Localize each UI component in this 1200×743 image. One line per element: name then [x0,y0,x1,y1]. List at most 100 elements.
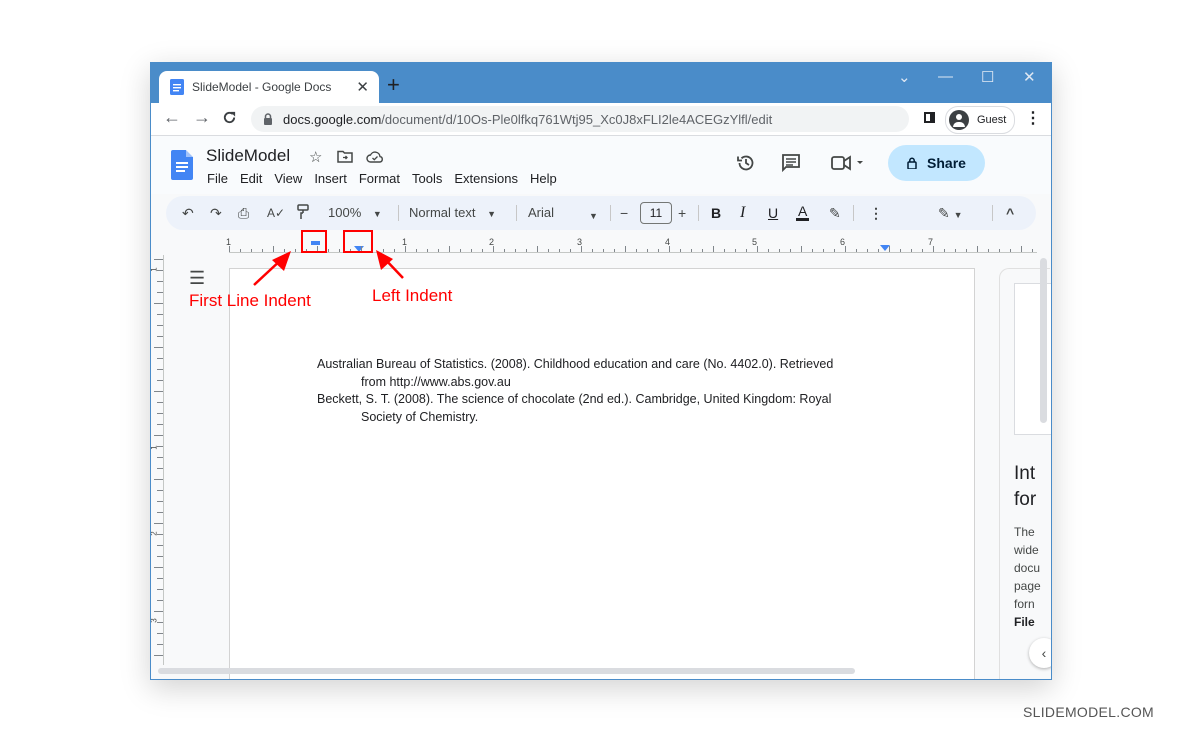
profile-button[interactable]: Guest [945,106,1015,134]
editing-mode-button[interactable]: ✎ ▼ [938,204,963,224]
browser-menu-icon[interactable]: ⋮ [1025,108,1041,128]
tab-search-dropdown-icon[interactable]: ⌄ [898,68,911,86]
ruler-tick [746,249,747,252]
forward-button[interactable]: → [193,107,211,128]
style-value: Normal text [409,205,476,220]
ruler-tick [339,249,340,252]
horizontal-scrollbar[interactable] [158,668,855,674]
back-button[interactable]: ← [163,107,181,128]
document-outline-icon[interactable]: ☰ [189,268,205,289]
lock-icon [264,113,272,125]
star-icon[interactable]: ☆ [309,148,322,166]
paragraph-style-select[interactable]: Normal text ▼ [409,204,496,223]
print-button[interactable]: ⎙ [238,204,249,222]
vertical-scrollbar[interactable] [1040,258,1047,423]
font-size-input[interactable]: 11 [640,202,672,224]
chevron-down-icon: ▼ [953,210,963,220]
minimize-button[interactable]: — [938,68,953,85]
vertical-ruler-tick [157,589,163,590]
italic-button[interactable]: I [740,204,745,222]
ruler-tick [603,249,604,252]
vertical-ruler-tick [157,314,163,315]
ruler-tick [537,246,538,252]
formatting-toolbar: ↶ ↷ ⎙ A✓ 100% ▼ Normal text ▼ Arial ▼ − … [166,196,1036,230]
move-to-folder-icon[interactable] [337,148,353,167]
horizontal-ruler[interactable]: 1 1 2 3 4 5 6 7 [151,233,1037,255]
ruler-tick [614,249,615,252]
paragraph-continuation: from http://www.abs.gov.au [361,375,511,389]
reload-button[interactable] [222,107,237,130]
text-color-button[interactable]: A [796,204,810,221]
undo-button[interactable]: ↶ [182,204,194,222]
ruler-tick [1032,249,1033,252]
more-options-button[interactable]: ⋮ [869,204,883,222]
redo-button[interactable]: ↷ [210,204,222,222]
chevron-down-icon: ▼ [487,209,497,219]
vertical-ruler-tick [157,545,163,546]
menu-extensions[interactable]: Extensions [454,171,518,186]
document-title[interactable]: SlideModel [206,146,290,166]
menu-insert[interactable]: Insert [314,171,347,186]
hide-menus-button[interactable]: ^ [1006,204,1014,222]
paint-format-button[interactable] [297,204,309,224]
ruler-tick [581,246,582,252]
menu-tools[interactable]: Tools [412,171,442,186]
menu-format[interactable]: Format [359,171,400,186]
zoom-value: 100% [328,205,362,220]
browser-tab[interactable]: SlideModel - Google Docs ✕ [159,71,379,103]
ruler-tick [878,249,879,252]
tab-close-icon[interactable]: ✕ [356,78,369,96]
font-select[interactable]: Arial [528,204,598,222]
vertical-ruler-tick [157,556,163,557]
ruler-tick [438,249,439,252]
menu-file[interactable]: File [207,171,228,186]
ruler-tick [427,249,428,252]
menu-help[interactable]: Help [530,171,557,186]
ruler-tick [405,246,406,252]
spellcheck-button[interactable]: A✓ [267,204,285,222]
vertical-ruler-tick [154,435,163,436]
new-tab-button[interactable]: + [387,73,400,97]
ruler-tick [482,249,483,252]
first-line-indent-label: First Line Indent [189,291,311,310]
paragraph-first-line: Australian Bureau of Statistics. (2008).… [317,357,834,371]
cloud-saved-icon[interactable] [366,148,384,167]
version-history-icon[interactable] [736,153,756,178]
font-chevron-down-icon[interactable]: ▼ [589,207,598,225]
ruler-tick [922,249,923,252]
close-window-button[interactable]: ✕ [1023,68,1036,86]
side-panel-icon[interactable] [924,112,935,123]
highlight-color-button[interactable]: ✎ [829,204,841,222]
menu-view[interactable]: View [274,171,302,186]
zoom-select[interactable]: 100% ▼ [328,204,382,223]
docs-header: SlideModel ☆ File Edit View Insert Forma… [151,136,1051,194]
url-input[interactable]: docs.google.com/document/d/10Os-Ple0lfkq… [251,106,909,132]
google-docs-logo-icon[interactable] [171,150,193,180]
decrease-font-size-button[interactable]: − [620,204,628,222]
bold-button[interactable]: B [711,204,721,222]
menu-edit[interactable]: Edit [240,171,262,186]
collapse-side-panel-button[interactable]: ‹ [1029,638,1051,668]
ruler-tick [900,249,901,252]
maximize-button[interactable]: ☐ [981,68,994,86]
reference-paragraph[interactable]: Australian Bureau of Statistics. (2008).… [317,355,897,391]
side-panel-body-line: forn [1014,597,1035,611]
vertical-ruler-tick [157,468,163,469]
vertical-ruler[interactable]: 1 1 2 3 [151,255,165,665]
vertical-ruler-tick [157,633,163,634]
ruler-tick [999,249,1000,252]
left-indent-highlight-box [343,230,373,253]
increase-font-size-button[interactable]: + [678,204,686,222]
share-button[interactable]: Share [888,145,985,181]
meet-icon[interactable] [830,153,864,178]
ruler-tick [790,249,791,252]
ruler-tick [493,246,494,252]
ruler-tick [328,249,329,252]
underline-button[interactable]: U [768,204,778,222]
ruler-tick [383,249,384,252]
watermark: SLIDEMODEL.COM [1023,704,1154,720]
reference-paragraph[interactable]: Beckett, S. T. (2008). The science of ch… [317,390,897,426]
ruler-tick [812,249,813,252]
comments-icon[interactable] [781,153,801,178]
document-page[interactable]: Australian Bureau of Statistics. (2008).… [229,268,975,679]
